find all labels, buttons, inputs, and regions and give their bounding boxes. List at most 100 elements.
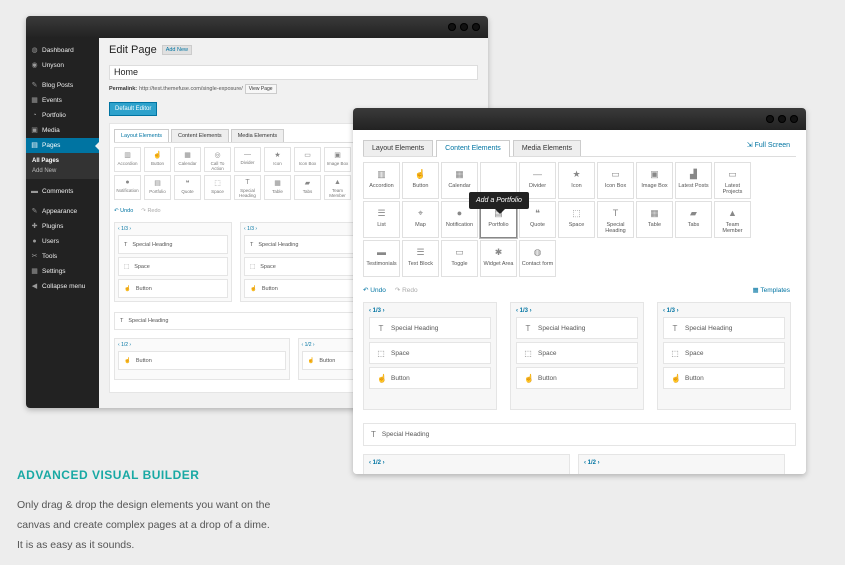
builder-element[interactable]: ☝ Button: [663, 367, 785, 389]
element-tile[interactable]: ☰ Text Block: [402, 240, 439, 277]
column-header[interactable]: ‹ 1/3 ›: [663, 308, 785, 314]
element-tile[interactable]: ▦ Table: [264, 175, 291, 200]
element-tile[interactable]: ▦ Table: [636, 201, 673, 238]
builder-tabs: Layout Elements Content Elements Media Ele…: [363, 140, 796, 157]
tab-media-elements[interactable]: Media Elements: [230, 129, 285, 142]
undo-button[interactable]: ↶ Undo: [114, 208, 133, 214]
templates-button[interactable]: ▦ Templates: [753, 286, 790, 294]
submenu-item[interactable]: All Pages: [26, 156, 99, 166]
element-tile[interactable]: ▣ Image Box: [636, 162, 673, 199]
builder-element[interactable]: ☝ Button: [118, 279, 228, 298]
undo-button[interactable]: ↶ Undo: [363, 286, 386, 294]
element-tile[interactable]: ◎ Call To Action: [204, 147, 231, 172]
element-tile[interactable]: ✱ Widget Area: [480, 240, 517, 277]
sidebar-item-dashboard[interactable]: ◍ Dashboard: [26, 43, 99, 58]
column-header[interactable]: ‹ 1/3 ›: [244, 226, 354, 232]
element-tile[interactable]: ▟ Latest Posts: [675, 162, 712, 199]
builder-element[interactable]: ☝ Button: [118, 351, 286, 370]
sidebar-item-plugins[interactable]: ✚ Plugins: [26, 219, 99, 234]
element-tile[interactable]: ▲ Team Member: [714, 201, 751, 238]
element-tile[interactable]: ▤ Portfolio: [144, 175, 171, 200]
element-tile[interactable]: ▥ Accordion: [363, 162, 400, 199]
element-label: Icon Box: [604, 183, 627, 189]
column-header[interactable]: ‹ 1/2 ›: [369, 460, 564, 466]
sidebar-item-events[interactable]: ▦ Events: [26, 93, 99, 108]
element-tile[interactable]: ☝ Button: [402, 162, 439, 199]
element-tile[interactable]: ☝ Button: [144, 147, 171, 172]
element-tile[interactable]: ▭ Icon Box: [597, 162, 634, 199]
builder-element[interactable]: ⬚ Space: [244, 257, 354, 276]
builder-element[interactable]: ☝ Button: [369, 367, 491, 389]
builder-element[interactable]: T Special Heading: [663, 317, 785, 339]
tab-content-elements[interactable]: Content Elements: [170, 129, 229, 142]
element-tile[interactable]: ★ Icon: [558, 162, 595, 199]
element-tile[interactable]: ▥ Accordion: [114, 147, 141, 172]
column-header[interactable]: ‹ 1/3 ›: [516, 308, 638, 314]
element-tile[interactable]: ▰ Tabs: [294, 175, 321, 200]
element-label: Team Member: [722, 222, 743, 235]
builder-element[interactable]: T Special Heading: [244, 235, 354, 254]
builder-element[interactable]: ⬚ Space: [516, 342, 638, 364]
sidebar-item-media[interactable]: ▣ Media: [26, 123, 99, 138]
builder-element[interactable]: T Special Heading: [369, 317, 491, 339]
sidebar-item-tools[interactable]: ✂ Tools: [26, 249, 99, 264]
column-header[interactable]: ‹ 1/2 ›: [118, 342, 286, 348]
submenu-item[interactable]: Add New: [26, 166, 99, 176]
element-tile[interactable]: ● Notification: [114, 175, 141, 200]
sidebar-item-users[interactable]: ● Users: [26, 234, 99, 249]
sidebar-item-portfolio[interactable]: ◔ Portfolio: [26, 108, 99, 123]
element-tile[interactable]: ★ Icon: [264, 147, 291, 172]
tab-media-elements[interactable]: Media Elements: [512, 140, 582, 156]
sidebar-item-comments[interactable]: ▬ Comments: [26, 184, 99, 199]
element-tile[interactable]: ⬚ Space: [558, 201, 595, 238]
element-tile[interactable]: ▣ Image Box: [324, 147, 351, 172]
element-tile[interactable]: ☰ List: [363, 201, 400, 238]
element-tile[interactable]: ◍ Contact form: [519, 240, 556, 277]
builder-element[interactable]: ☝ Button: [516, 367, 638, 389]
sidebar-item-blog-posts[interactable]: ✎ Blog Posts: [26, 78, 99, 93]
element-tile[interactable]: ▭ Icon Box: [294, 147, 321, 172]
tab-content-elements[interactable]: Content Elements: [436, 140, 510, 157]
column-header[interactable]: ‹ 1/2 ›: [584, 460, 779, 466]
element-tile[interactable]: — Divider: [234, 147, 261, 172]
element-tile[interactable]: T Special Heading: [234, 175, 261, 200]
element-tile[interactable]: ▦ Calendar: [174, 147, 201, 172]
builder-element[interactable]: ⬚ Space: [118, 257, 228, 276]
redo-button[interactable]: ↷ Redo: [141, 208, 160, 214]
sidebar-item-unyson[interactable]: ◉ Unyson: [26, 58, 99, 73]
element-tile[interactable]: ▬ Testimonials: [363, 240, 400, 277]
sidebar-item-settings[interactable]: ▦ Settings: [26, 264, 99, 279]
sidebar-item-collapse-menu[interactable]: ◀ Collapse menu: [26, 279, 99, 294]
builder-element[interactable]: ☝ Button: [244, 279, 354, 298]
window-controls[interactable]: [448, 23, 480, 31]
full-width-element[interactable]: T Special Heading: [363, 423, 796, 446]
element-tile[interactable]: ⌖ Map: [402, 201, 439, 238]
window-controls[interactable]: [766, 115, 798, 123]
view-page-button[interactable]: View Page: [244, 84, 277, 94]
redo-button[interactable]: ↷ Redo: [395, 286, 418, 294]
builder-element[interactable]: T Special Heading: [118, 235, 228, 254]
element-tile[interactable]: T Special Heading: [597, 201, 634, 238]
sidebar-item-pages[interactable]: ▤ Pages: [26, 138, 99, 153]
default-editor-button[interactable]: Default Editor: [109, 102, 158, 116]
column-header[interactable]: ‹ 1/3 ›: [369, 308, 491, 314]
builder-element[interactable]: ⬚ Space: [663, 342, 785, 364]
element-tile[interactable]: ▭ Latest Projects: [714, 162, 751, 199]
element-tile[interactable]: ❝ Quote: [174, 175, 201, 200]
fullscreen-button[interactable]: ⇲ Full Screen: [747, 141, 790, 150]
builder-element[interactable]: T Special Heading: [516, 317, 638, 339]
column-header[interactable]: ‹ 1/3 ›: [118, 226, 228, 232]
element-label: Button: [538, 374, 557, 382]
add-new-button[interactable]: Add New: [161, 45, 193, 55]
title-input[interactable]: Home: [109, 65, 478, 80]
tab-layout-elements[interactable]: Layout Elements: [363, 140, 434, 156]
element-tile[interactable]: ▰ Tabs: [675, 201, 712, 238]
column: ‹ 1/2 ›: [363, 454, 570, 474]
element-tile[interactable]: ▭ Toggle: [441, 240, 478, 277]
tab-layout-elements[interactable]: Layout Elements: [114, 129, 169, 142]
element-tile[interactable]: ▲ Team Member: [324, 175, 351, 200]
builder-element[interactable]: ⬚ Space: [369, 342, 491, 364]
sidebar-item-appearance[interactable]: ✎ Appearance: [26, 204, 99, 219]
element-tile[interactable]: ⬚ Space: [204, 175, 231, 200]
permalink-url[interactable]: http://test.themefuse.com/single-exposur…: [139, 86, 243, 92]
